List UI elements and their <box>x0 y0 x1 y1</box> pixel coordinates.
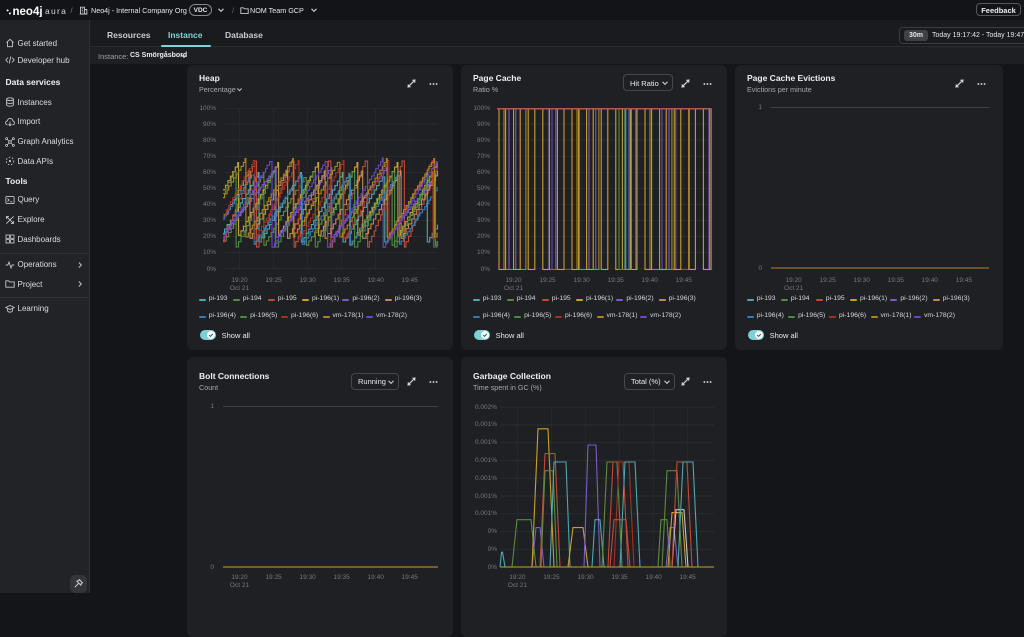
svg-text:neo4j: neo4j <box>13 6 43 17</box>
